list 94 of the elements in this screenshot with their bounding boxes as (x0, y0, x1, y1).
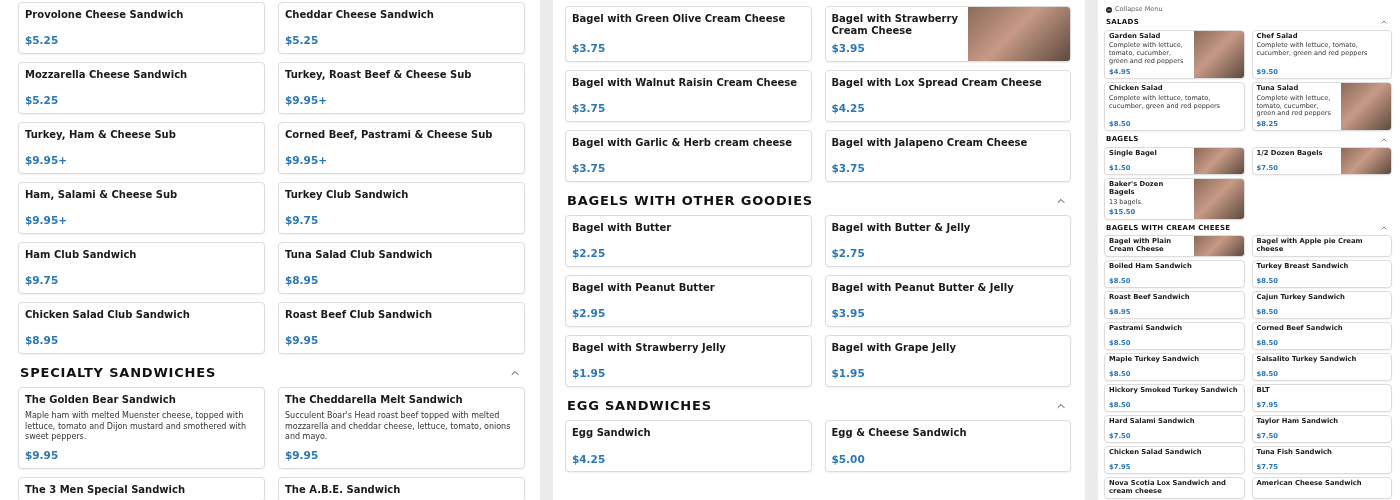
item-price: $9.95 (285, 448, 320, 462)
menu-item-card[interactable]: Turkey, Ham & Cheese Sub $9.95+ (18, 122, 265, 174)
menu-item-card[interactable]: Egg Sandwich $4.25 (565, 420, 812, 473)
item-price: $9.95+ (25, 153, 68, 167)
item-name: Roast Beef Club Sandwich (285, 309, 434, 321)
item-price: $9.75 (285, 213, 320, 227)
item-price: $5.25 (25, 93, 60, 107)
item-price: $5.25 (285, 33, 320, 47)
item-name: Egg Sandwich (572, 427, 652, 439)
item-name: Corned Beef, Pastrami & Cheese Sub (285, 129, 494, 141)
item-name: Bagel with Walnut Raisin Cream Cheese (572, 76, 798, 89)
item-price: $4.25 (572, 451, 607, 466)
item-name: Ham Club Sandwich (25, 249, 138, 261)
item-name: The A.B.E. Sandwich (285, 483, 402, 496)
item-name: Bagel with Grape Jelly (831, 341, 957, 354)
menu-item-card[interactable]: The Cheddarella Melt Sandwich Succulent Boar's Head roast beef topped with melted mozzarella and cheddar cheese, lettuce, tomato, onions and mayo. $9.95 (278, 387, 525, 469)
item-price: $9.75 (25, 273, 60, 287)
item-name: The Cheddarella Melt Sandwich (285, 394, 464, 406)
menu-item-card[interactable]: Tuna Salad Club Sandwich $8.95 (278, 242, 525, 294)
item-price: $1.95 (831, 366, 866, 380)
item-price: $3.75 (572, 41, 607, 55)
item-price: $3.95 (831, 41, 866, 55)
menu-item-card[interactable]: Chicken Salad Club Sandwich $8.95 (18, 302, 265, 354)
item-name: Bagel with Butter & Jelly (831, 221, 972, 234)
collapse-icon[interactable] (1106, 6, 1112, 13)
menu-item-card[interactable]: Cheddar Cheese Sandwich $5.25 (278, 2, 525, 54)
item-name: Bagel with Garlic & Herb cream cheese (572, 136, 793, 149)
item-name: The Golden Bear Sandwich (25, 394, 177, 406)
item-name: Bagel with Butter (572, 221, 673, 234)
menu-item-card[interactable]: Bagel with Lox Spread Cream Cheese $4.25 (824, 69, 1071, 122)
menu-item-card[interactable]: Turkey, Roast Beef & Cheese Sub $9.95+ (278, 62, 525, 114)
item-price: $9.95+ (25, 213, 68, 227)
item-name: Turkey, Roast Beef & Cheese Sub (285, 69, 473, 81)
menu-item-card[interactable]: Bagel with Butter & Jelly $2.75 (824, 214, 1071, 267)
item-name: Tuna Salad Club Sandwich (285, 249, 434, 261)
item-price: $2.95 (572, 306, 607, 320)
item-price: $2.25 (572, 246, 607, 260)
menu-item-card[interactable]: The A.B.E. Sandwich (278, 476, 525, 500)
item-price: $1.95 (572, 366, 607, 380)
menu-item-card[interactable]: The Golden Bear Sandwich Maple ham with melted Muenster cheese, topped with lettuce, tomato and Dijon mustard and smothered with sweet peppers. $9.95 (18, 387, 265, 469)
item-name: Bagel with Peanut Butter & Jelly (831, 281, 1015, 294)
menu-item-card[interactable]: Bagel with Jalapeno Cream Cheese $3.75 (824, 129, 1071, 182)
menu-item-card[interactable]: Mozzarella Cheese Sandwich $5.25 (18, 62, 265, 114)
menu-item-card[interactable]: The 3 Men Special Sandwich (18, 476, 265, 500)
section-title: BAGELS WITH OTHER GOODIES (567, 192, 813, 209)
menu-item-card[interactable]: Bagel with Peanut Butter & Jelly $3.95 (824, 274, 1071, 327)
item-price: $4.25 (831, 101, 866, 115)
menu-item-card[interactable]: Corned Beef, Pastrami & Cheese Sub $9.95+ (278, 122, 525, 174)
section-title: EGG SANDWICHES (567, 397, 712, 415)
item-price: $9.95+ (285, 153, 328, 167)
menu-item-card[interactable]: Bagel with Strawberry Jelly $1.95 (565, 334, 812, 387)
menu-item-card[interactable]: Bagel with Peanut Butter $2.95 (565, 274, 812, 327)
item-name: Cheddar Cheese Sandwich (285, 9, 435, 21)
item-name: Bagel with Peanut Butter (572, 281, 716, 294)
menu-item-card[interactable]: Roast Beef Club Sandwich $9.95 (278, 302, 525, 354)
item-name: Bagel with Lox Spread Cream Cheese (831, 76, 1043, 89)
menu-item-card[interactable]: Ham, Salami & Cheese Sub $9.95+ (18, 182, 265, 234)
item-name: Bagel with Jalapeno Cream Cheese (831, 136, 1029, 149)
item-price: $9.95+ (285, 93, 328, 107)
menu-item-card[interactable]: Ham Club Sandwich $9.75 (18, 242, 265, 294)
menu-item-card[interactable]: Bagel with Grape Jelly $1.95 (824, 334, 1071, 387)
item-price: $5.00 (831, 451, 866, 466)
item-price: $2.75 (831, 246, 866, 260)
item-name: Mozzarella Cheese Sandwich (25, 69, 189, 81)
menu-item-card[interactable]: Bagel with Green Olive Cream Cheese $3.75 (565, 6, 812, 62)
item-price: $8.95 (25, 333, 60, 347)
menu-item-card[interactable]: Egg & Cheese Sandwich $5.00 (824, 420, 1071, 473)
item-name: Egg & Cheese Sandwich (831, 427, 968, 439)
item-price: $3.75 (831, 161, 866, 175)
item-price: $8.95 (285, 273, 320, 287)
item-description: Maple ham with melted Muenster cheese, topped with lettuce, tomato and Dijon mustard and smothered with sweet peppers. (25, 410, 247, 444)
menu-item-card[interactable]: Bagel with Strawberry Cream Cheese $3.95 (824, 6, 1071, 62)
menu-item-card[interactable]: Provolone Cheese Sandwich $5.25 (18, 2, 265, 54)
item-price: $3.95 (831, 306, 866, 320)
item-name: Bagel with Strawberry Jelly (572, 341, 727, 354)
item-name: Turkey, Ham & Cheese Sub (25, 129, 177, 141)
item-price: $5.25 (25, 33, 60, 47)
item-name: Bagel with Strawberry Cream Cheese (831, 13, 959, 36)
item-name: Turkey Club Sandwich (285, 189, 410, 201)
menu-item-card[interactable]: Bagel with Walnut Raisin Cream Cheese $3.75 (565, 69, 812, 122)
menu-item-card[interactable]: Bagel with Garlic & Herb cream cheese $3.75 (565, 129, 812, 182)
item-name: Ham, Salami & Cheese Sub (25, 189, 179, 201)
item-name: The 3 Men Special Sandwich (25, 483, 187, 496)
menu-item-card[interactable]: Turkey Club Sandwich $9.75 (278, 182, 525, 234)
item-price: $9.95 (285, 333, 320, 347)
menu-item-card[interactable]: Bagel with Butter $2.25 (565, 214, 812, 267)
item-price: $9.95 (25, 448, 60, 462)
item-name: Bagel with Green Olive Cream Cheese (572, 13, 787, 25)
item-description: Succulent Boar's Head roast beef topped with melted mozzarella and cheddar cheese, lettuce, tomato, onions and mayo. (285, 410, 512, 444)
item-price: $3.75 (572, 101, 607, 115)
item-price: $3.75 (572, 161, 607, 175)
item-name: Provolone Cheese Sandwich (25, 9, 185, 21)
item-name: Chicken Salad Club Sandwich (25, 309, 191, 321)
section-title: SPECIALTY SANDWICHES (20, 365, 217, 382)
